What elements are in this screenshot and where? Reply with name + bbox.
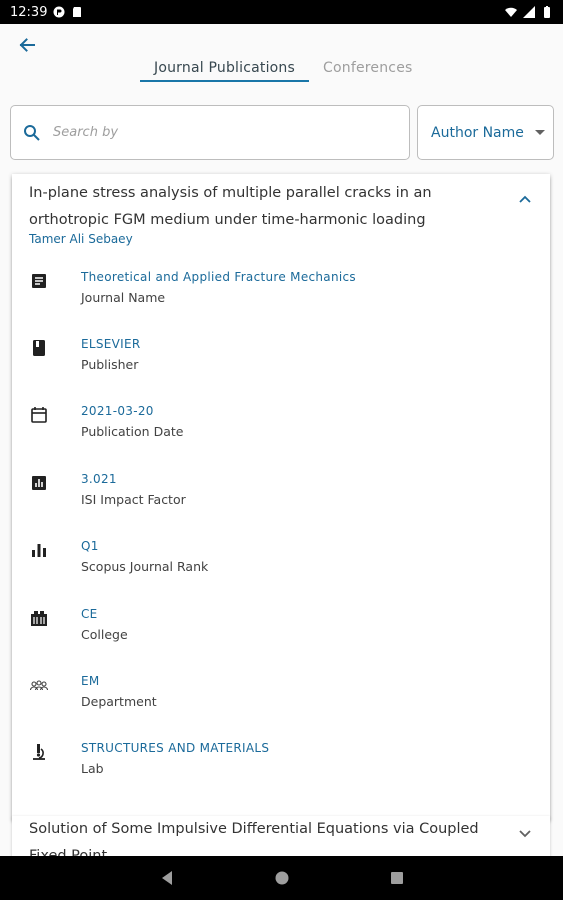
- tab-bar: Journal Publications Conferences: [140, 60, 427, 82]
- app-notification-icon: [53, 6, 65, 18]
- nav-recents-icon[interactable]: [390, 871, 404, 885]
- search-input[interactable]: Search by: [10, 105, 410, 160]
- detail-row-journal-rank: Q1 Scopus Journal Rank: [12, 539, 550, 589]
- detail-value: 3.021: [81, 472, 117, 486]
- detail-value: CE: [81, 607, 98, 621]
- tab-journal-publications[interactable]: Journal Publications: [140, 60, 309, 82]
- app-screen: Journal Publications Conferences Search …: [0, 24, 563, 856]
- detail-label: College: [81, 627, 128, 642]
- detail-row-publisher: ELSEVIER Publisher: [12, 337, 550, 387]
- caret-down-icon: [535, 130, 545, 135]
- signal-icon: [523, 6, 535, 18]
- detail-row-department: EM Department: [12, 674, 550, 724]
- journal-icon: [32, 274, 46, 288]
- detail-label: Department: [81, 694, 157, 709]
- search-icon: [24, 124, 40, 141]
- detail-label: ISI Impact Factor: [81, 492, 186, 507]
- publication-card-collapsed[interactable]: Solution of Some Impulsive Differential …: [12, 816, 550, 856]
- detail-value: EM: [81, 674, 100, 688]
- publication-card-expanded[interactable]: In-plane stress analysis of multiple par…: [12, 174, 550, 820]
- back-button[interactable]: [14, 32, 40, 58]
- detail-row-lab: STRUCTURES AND MATERIALS Lab: [12, 741, 550, 791]
- detail-row-journal: Theoretical and Applied Fracture Mechani…: [12, 270, 550, 320]
- detail-label: Scopus Journal Rank: [81, 559, 209, 574]
- publication-title: In-plane stress analysis of multiple par…: [29, 185, 432, 228]
- chevron-down-icon[interactable]: [518, 826, 532, 840]
- calendar-icon: [31, 407, 47, 423]
- detail-row-college: CE College: [12, 607, 550, 657]
- detail-value: 2021-03-20: [81, 404, 154, 418]
- detail-label: Publisher: [81, 357, 139, 372]
- bar-chart-icon: [32, 544, 46, 557]
- detail-row-date: 2021-03-20 Publication Date: [12, 404, 550, 454]
- detail-label: Publication Date: [81, 424, 184, 439]
- detail-value: STRUCTURES AND MATERIALS: [81, 741, 270, 755]
- wifi-icon: [505, 7, 517, 17]
- microscope-icon: [33, 744, 45, 760]
- book-icon: [33, 340, 45, 356]
- detail-value: Q1: [81, 539, 99, 553]
- system-navigation-bar: [0, 856, 563, 900]
- detail-label: Journal Name: [81, 290, 166, 305]
- chevron-up-icon[interactable]: [518, 192, 532, 206]
- college-icon: [31, 611, 47, 626]
- nav-back-icon[interactable]: [160, 870, 174, 886]
- detail-value: Theoretical and Applied Fracture Mechani…: [81, 270, 356, 284]
- search-placeholder: Search by: [53, 125, 119, 140]
- arrow-left-icon: [19, 38, 35, 52]
- search-filter-dropdown[interactable]: Author Name: [417, 105, 554, 160]
- group-icon: [30, 680, 48, 691]
- impact-chart-icon: [32, 476, 46, 490]
- sd-card-icon: [73, 7, 82, 17]
- detail-label: Lab: [81, 761, 104, 776]
- detail-row-impact-factor: 3.021 ISI Impact Factor: [12, 472, 550, 522]
- tab-conferences[interactable]: Conferences: [309, 60, 427, 82]
- dropdown-selected-value: Author Name: [431, 124, 524, 141]
- publication-author[interactable]: Tamer Ali Sebaey: [29, 232, 133, 246]
- status-bar: 12:39: [0, 0, 563, 24]
- nav-home-icon[interactable]: [274, 870, 290, 886]
- status-time: 12:39: [10, 4, 48, 20]
- battery-icon: [544, 6, 550, 18]
- publication-title: Solution of Some Impulsive Differential …: [29, 821, 479, 856]
- detail-value: ELSEVIER: [81, 337, 141, 351]
